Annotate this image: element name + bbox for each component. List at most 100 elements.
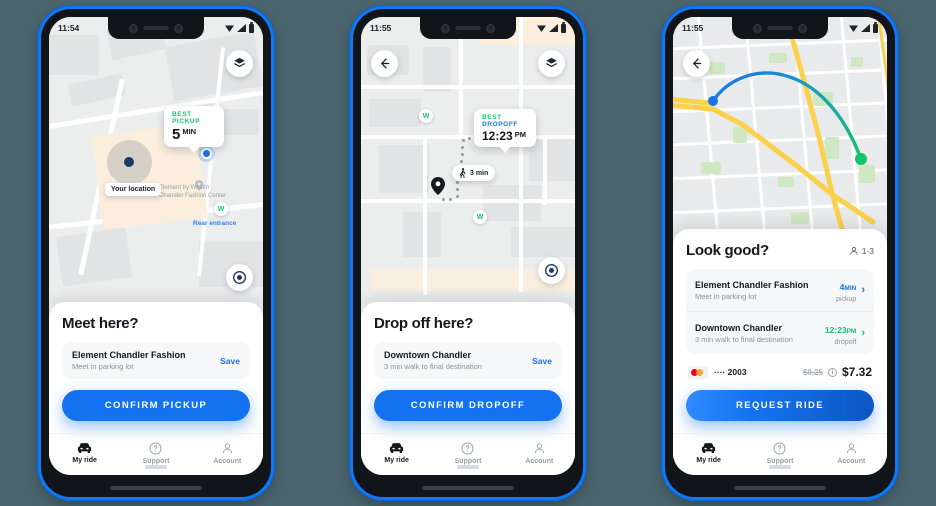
person-icon: [846, 443, 856, 454]
save-button[interactable]: Save: [532, 356, 552, 366]
map-block: [55, 227, 133, 287]
tab-label: Support: [766, 458, 794, 465]
sheet-body: Drop off here? Downtown Chandler 3 min w…: [361, 302, 575, 433]
map-block: [529, 135, 575, 181]
map-poi-label: Element by Westin Chandler Fashion Center: [159, 185, 227, 199]
info-icon[interactable]: i: [827, 367, 837, 377]
row-unit: PM: [846, 328, 857, 335]
walk-time-badge: 3 min: [452, 165, 496, 181]
sheet-title: Look good?: [686, 242, 769, 259]
place-name: Downtown Chandler: [384, 350, 471, 360]
bottom-sheet-pickup: Meet here? Element Chandler Fashion Meet…: [49, 302, 263, 475]
payment-row[interactable]: ···· 2003 $9.25 i $7.32: [686, 365, 874, 379]
tab-account[interactable]: Account: [192, 442, 263, 465]
tab-my-ride[interactable]: My ride: [361, 442, 432, 464]
map-locate-button[interactable]: [538, 257, 565, 284]
confirm-pickup-button[interactable]: CONFIRM PICKUP: [62, 390, 250, 421]
place-name: Downtown Chandler: [695, 322, 782, 333]
confirm-dropoff-button[interactable]: CONFIRM DROPOFF: [374, 390, 562, 421]
person-icon: [534, 443, 544, 454]
help-icon: [774, 442, 786, 455]
camera-icon: [129, 23, 138, 33]
map-back-button[interactable]: [371, 50, 398, 77]
callout-kicker-b: DROPOFF: [482, 121, 518, 128]
tab-support[interactable]: Support: [120, 442, 191, 465]
status-icons: [849, 22, 878, 33]
sheet-body: Look good? 1-3 Element Chandler Fashion …: [673, 229, 887, 433]
tab-label: Account: [213, 458, 242, 465]
user-location-dot: [124, 157, 134, 167]
price-group: $9.25 i $7.32: [803, 365, 872, 379]
notch: [732, 17, 828, 39]
row-right: 4MIN pickup ›: [836, 277, 865, 303]
payment-method[interactable]: ···· 2003: [688, 365, 747, 379]
dropoff-place-card[interactable]: Downtown Chandler 3 min walk to final de…: [374, 342, 562, 379]
layers-icon: [545, 57, 558, 68]
chevron-right-icon[interactable]: ›: [861, 327, 865, 339]
tab-account[interactable]: Account: [816, 442, 887, 465]
place-subtitle: 3 min walk to final destination: [695, 334, 793, 344]
signal-icon: [549, 24, 558, 32]
passenger-count[interactable]: 1-3: [849, 246, 874, 256]
chevron-right-icon[interactable]: ›: [861, 284, 865, 296]
camera-icon: [441, 23, 450, 33]
row-unit: MIN: [844, 285, 857, 292]
mastercard-icon: [688, 365, 708, 379]
request-ride-button[interactable]: REQUEST RIDE: [686, 390, 874, 421]
trip-summary-list: Element Chandler Fashion Meet in parking…: [686, 269, 874, 354]
row-time-value: 12:23PM: [825, 320, 857, 338]
trip-row-pickup[interactable]: Element Chandler Fashion Meet in parking…: [686, 269, 874, 311]
chin-bar: [734, 486, 826, 490]
notch: [108, 17, 204, 39]
wifi-icon: [849, 25, 858, 32]
card-number: ···· 2003: [714, 367, 747, 377]
screen-dropoff: W W 3 min BEST DROPOFF 12:23 PM Drop off…: [361, 17, 575, 475]
speaker-slot: [143, 26, 169, 30]
arrow-left-icon: [693, 58, 702, 69]
chin-bar: [110, 486, 202, 490]
tab-my-ride[interactable]: My ride: [49, 442, 120, 464]
speaker-slot: [455, 26, 481, 30]
pickup-point-dot: [201, 148, 212, 159]
pickup-place-card[interactable]: Element Chandler Fashion Meet in parking…: [62, 342, 250, 379]
battery-icon: [561, 22, 566, 33]
signal-icon: [861, 24, 870, 32]
tab-my-ride[interactable]: My ride: [673, 442, 744, 464]
tab-support[interactable]: Support: [432, 442, 503, 465]
row-time: 4MIN pickup: [836, 277, 856, 303]
map-block: [483, 185, 541, 221]
place-text: Element Chandler Fashion Meet in parking…: [72, 350, 186, 371]
status-time: 11:54: [58, 23, 80, 33]
battery-icon: [873, 22, 878, 33]
tab-support[interactable]: Support: [744, 442, 815, 465]
home-indicator: [145, 465, 167, 469]
callout-kicker-a: BEST: [482, 114, 502, 121]
map-back-button[interactable]: [683, 50, 710, 77]
map-block: [379, 145, 429, 193]
place-subtitle: 3 min walk to final destination: [384, 362, 482, 371]
place-text: Downtown Chandler 3 min walk to final de…: [384, 350, 482, 371]
camera-icon: [798, 23, 807, 33]
map-locate-button[interactable]: [226, 264, 253, 291]
car-icon: [702, 443, 716, 454]
walk-time-label: 3 min: [470, 169, 489, 177]
tab-account[interactable]: Account: [504, 442, 575, 465]
trip-row-dropoff[interactable]: Downtown Chandler 3 min walk to final de…: [686, 311, 874, 354]
layers-icon: [233, 57, 246, 68]
save-button[interactable]: Save: [220, 356, 240, 366]
rear-entrance-label: Rear entrance: [193, 220, 237, 227]
bottom-sheet-dropoff: Drop off here? Downtown Chandler 3 min w…: [361, 302, 575, 475]
wifi-icon: [225, 25, 234, 32]
row-type: pickup: [836, 296, 857, 303]
map-block: [369, 99, 421, 127]
status-time: 11:55: [682, 23, 704, 33]
tab-label: Account: [837, 458, 866, 465]
phone-pickup: Your location Element by Westin Chandler …: [41, 9, 271, 497]
locate-icon: [545, 264, 558, 277]
map-layers-button[interactable]: [226, 50, 253, 77]
row-right: 12:23PM dropoff ›: [825, 320, 865, 346]
map-layers-button[interactable]: [538, 50, 565, 77]
car-icon: [78, 443, 92, 454]
route-map-graphic: [673, 17, 887, 232]
arrow-left-icon: [381, 58, 390, 69]
